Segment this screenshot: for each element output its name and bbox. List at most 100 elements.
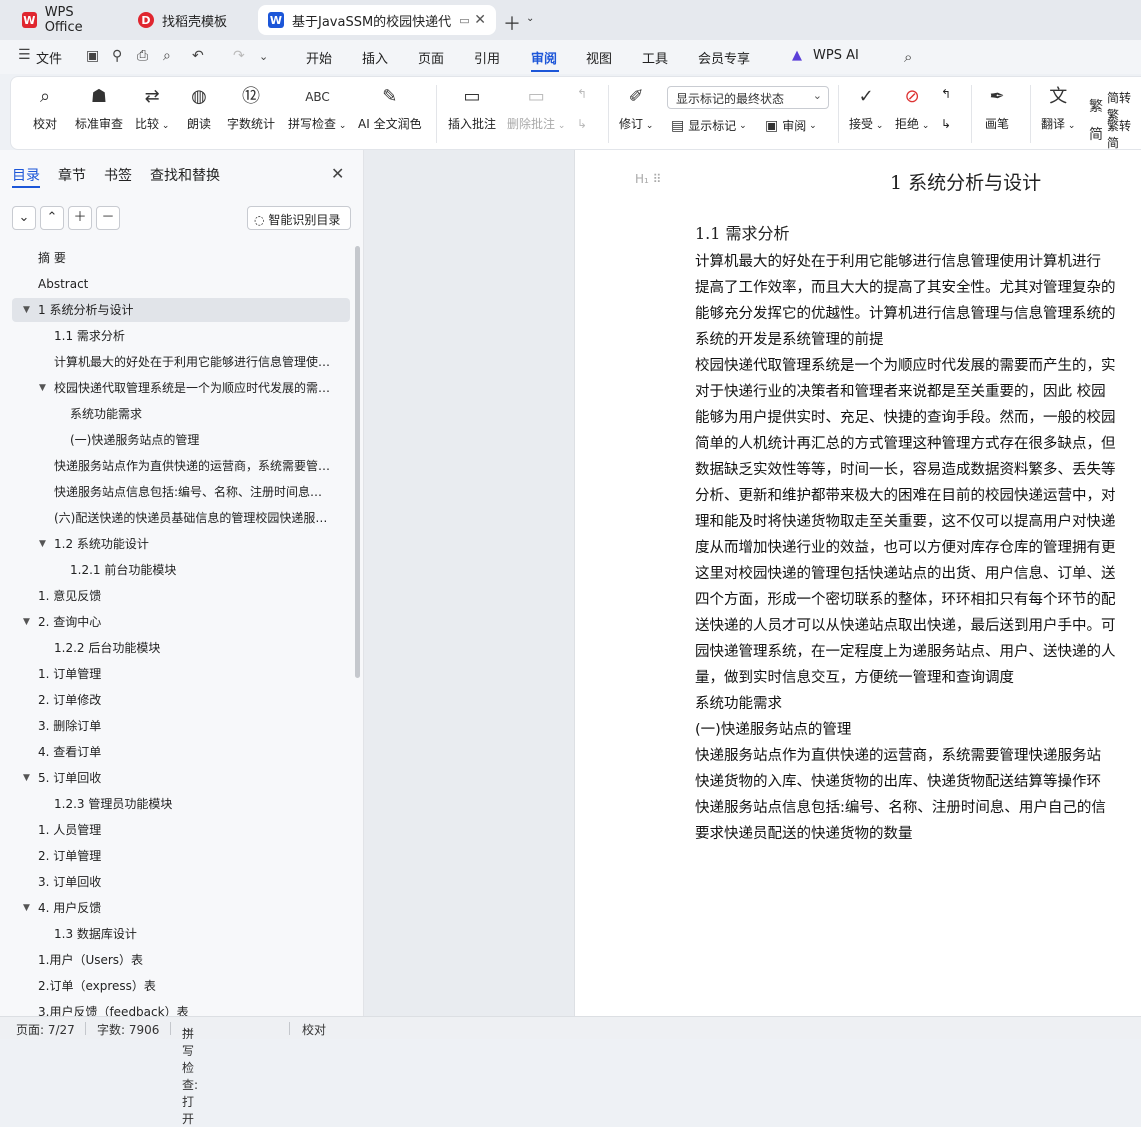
menu-tools[interactable]: 工具 (642, 48, 668, 67)
paragraph-line[interactable]: 要求快递员配送的快递货物的数量 (695, 822, 913, 843)
paragraph-line[interactable]: 快递货物的入库、快递货物的出库、快递货物配送结算等操作环 (695, 770, 1101, 791)
paragraph-line[interactable]: 这里对校园快递的管理包括快递站点的出货、用户信息、订单、送 (695, 562, 1116, 583)
paragraph-line[interactable]: 能够充分发挥它的优越性。计算机进行信息管理与信息管理系统的 (695, 302, 1116, 323)
paragraph-line[interactable]: 分析、更新和维护都带来极大的困难在目前的校园快递运营中，对 (695, 484, 1116, 505)
reject-button[interactable]: ⊘ 拒绝 ⌄ (895, 85, 929, 132)
menu-page[interactable]: 页面 (418, 48, 444, 67)
add-heading-icon[interactable]: ＋ (68, 206, 92, 230)
new-tab-plus-icon[interactable]: ＋ (503, 10, 521, 36)
heading-2[interactable]: 1.1 需求分析 (695, 220, 790, 244)
redo-icon[interactable]: ↷ (233, 48, 245, 64)
toc-item[interactable]: ▼ 1.2 系统功能设计 (12, 532, 350, 556)
tab-docer-templates[interactable]: D 找稻壳模板 (128, 5, 250, 35)
menu-member[interactable]: 会员专享 (698, 48, 750, 67)
show-markup-button[interactable]: ▤ 显示标记 ⌄ (671, 117, 747, 134)
close-tab-icon[interactable]: ✕ (474, 12, 486, 28)
compare-button[interactable]: ⇄ 比较 ⌄ (135, 85, 169, 132)
menu-file[interactable]: 文件 (36, 48, 62, 67)
markup-display-select[interactable]: 显示标记的最终状态 ⌄ (667, 86, 829, 109)
chevron-down-icon[interactable]: ⌄ (526, 13, 534, 24)
toc-item[interactable]: 摘 要 (12, 246, 350, 270)
traditional-to-simplified-button[interactable]: 简繁转简 (1089, 117, 1141, 151)
expand-triangle-icon[interactable]: ▼ (23, 896, 30, 920)
print-icon[interactable]: ⎙ (137, 48, 148, 64)
paragraph-line[interactable]: 快递服务站点信息包括:编号、名称、注册时间息、用户自己的信 (695, 796, 1106, 817)
toc-item[interactable]: 2.订单（express）表 (12, 974, 350, 998)
paragraph-line[interactable]: 数据缺乏实效性等等，时间一长，容易造成数据资料繁多、丢失等 (695, 458, 1116, 479)
word-count-button[interactable]: ⑫ 字数统计 (227, 85, 275, 132)
menu-home[interactable]: 开始 (306, 48, 332, 67)
standard-review-button[interactable]: ☗ 标准审查 (75, 85, 123, 132)
toc-item[interactable]: ▼ 2. 查询中心 (12, 610, 350, 634)
expand-triangle-icon[interactable]: ▼ (23, 298, 30, 322)
toc-item[interactable]: 4. 查看订单 (12, 740, 350, 764)
toc-item[interactable]: (一)快递服务站点的管理 (12, 428, 350, 452)
toc-item[interactable]: ▼ 校园快递代取管理系统是一个为顺应时代发展的需要 ... (12, 376, 350, 400)
paragraph-line[interactable]: 送快递的人员才可以从快递站点取出快递，最后送到用户手中。可 (695, 614, 1116, 635)
tab-bookmarks[interactable]: 书签 (104, 165, 132, 185)
paragraph-line[interactable]: 度从而增加快递行业的效益，也可以方便对库存仓库的管理拥有更 (695, 536, 1116, 557)
remove-heading-icon[interactable]: － (96, 206, 120, 230)
next-change-icon[interactable]: ↳ (941, 117, 951, 131)
toc-item[interactable]: 1.2.1 前台功能模块 (12, 558, 350, 582)
wps-ai-icon[interactable]: ▲ (792, 48, 802, 63)
menu-insert[interactable]: 插入 (362, 48, 388, 67)
toc-item[interactable]: Abstract (12, 272, 350, 296)
paragraph-line[interactable]: 系统的开发是系统管理的前提 (695, 328, 884, 349)
insert-comment-button[interactable]: ▭ 插入批注 (448, 85, 496, 132)
word-count-indicator[interactable]: 字数: 7906 (97, 1021, 159, 1038)
paragraph-line[interactable]: (一)快递服务站点的管理 (695, 718, 851, 739)
toc-scrollbar[interactable] (355, 246, 360, 678)
paragraph-line[interactable]: 系统功能需求 (695, 692, 782, 713)
read-aloud-button[interactable]: ◍ 朗读 (187, 85, 211, 132)
paragraph-line[interactable]: 校园快递代取管理系统是一个为顺应时代发展的需要而产生的，实 (695, 354, 1116, 375)
spell-check-indicator[interactable]: 拼写检查: 打开 ⌄ (182, 1021, 198, 1126)
paragraph-line[interactable]: 理和能及时将快递货物取走至关重要，这不仅可以提高用户对快递 (695, 510, 1116, 531)
delete-comment-button[interactable]: ▭ 删除批注 ⌄ (507, 85, 565, 132)
toc-item[interactable]: 1.1 需求分析 (12, 324, 350, 348)
expand-icon[interactable]: ⌃ (40, 206, 64, 230)
previous-comment-icon[interactable]: ↰ (577, 87, 587, 101)
toc-item[interactable]: 2. 订单管理 (12, 844, 350, 868)
toc-item[interactable]: 1. 意见反馈 (12, 584, 350, 608)
toc-item[interactable]: 3. 删除订单 (12, 714, 350, 738)
tab-chapters[interactable]: 章节 (58, 165, 86, 185)
paragraph-line[interactable]: 对于快递行业的决策者和管理者来说都是至关重要的，因此 校园 (695, 380, 1106, 401)
toc-item[interactable]: 3. 订单回收 (12, 870, 350, 894)
toc-item[interactable]: ▼ 1 系统分析与设计 (12, 298, 350, 322)
quick-access-chevron-icon[interactable]: ⌄ (259, 50, 268, 63)
toc-item[interactable]: 计算机最大的好处在于利用它能够进行信息管理使用 ... (12, 350, 350, 374)
heading-1[interactable]: 1 系统分析与设计 (890, 168, 1041, 195)
hamburger-icon[interactable]: ☰ (18, 47, 31, 63)
toc-item[interactable]: 1.2.3 管理员功能模块 (12, 792, 350, 816)
paragraph-line[interactable]: 快递服务站点作为直供快递的运营商，系统需要管理快递服务站 (695, 744, 1101, 765)
link-icon[interactable]: ⚲ (112, 48, 122, 64)
ai-polish-button[interactable]: ✎ AI 全文润色 (358, 85, 422, 132)
review-pane-button[interactable]: ▣ 审阅 ⌄ (765, 117, 817, 134)
toc-item[interactable]: 1. 订单管理 (12, 662, 350, 686)
toc-item[interactable]: 系统功能需求 (12, 402, 350, 426)
translate-button[interactable]: 文翻译 ⌄ (1041, 85, 1075, 132)
expand-triangle-icon[interactable]: ▼ (23, 610, 30, 634)
smart-toc-button[interactable]: ◌ 智能识别目录 (247, 206, 351, 230)
toc-item[interactable]: 1.2.2 后台功能模块 (12, 636, 350, 660)
tab-find-replace[interactable]: 查找和替换 (150, 165, 220, 185)
proofread-button[interactable]: ⌕ 校对 (33, 85, 57, 132)
menu-wps-ai[interactable]: WPS AI (813, 48, 859, 63)
toc-item[interactable]: 1.3 数据库设计 (12, 922, 350, 946)
toc-item[interactable]: 2. 订单修改 (12, 688, 350, 712)
expand-triangle-icon[interactable]: ▼ (23, 766, 30, 790)
paragraph-line[interactable]: 能够为用户提供实时、充足、快捷的查询手段。然而，一般的校园 (695, 406, 1116, 427)
document-page[interactable]: H₁ ⠿ 1 系统分析与设计 1.1 需求分析 计算机最大的好处在于利用它能够进… (574, 150, 1141, 1016)
monitor-icon[interactable]: ▭ (459, 14, 469, 27)
next-comment-icon[interactable]: ↳ (577, 117, 587, 131)
paragraph-line[interactable]: 计算机最大的好处在于利用它能够进行信息管理使用计算机进行 (695, 250, 1101, 271)
paragraph-line[interactable]: 四个方面，形成一个密切联系的整体，环环相扣只有每个环节的配 (695, 588, 1116, 609)
toc-item[interactable]: 1.用户（Users）表 (12, 948, 350, 972)
menu-review[interactable]: 审阅 (531, 48, 557, 67)
previous-change-icon[interactable]: ↰ (941, 87, 951, 101)
toc-item[interactable]: 1. 人员管理 (12, 818, 350, 842)
page-indicator[interactable]: 页面: 7/27 (16, 1021, 75, 1038)
close-pane-icon[interactable]: ✕ (331, 164, 344, 183)
toc-item[interactable]: ▼ 4. 用户反馈 (12, 896, 350, 920)
